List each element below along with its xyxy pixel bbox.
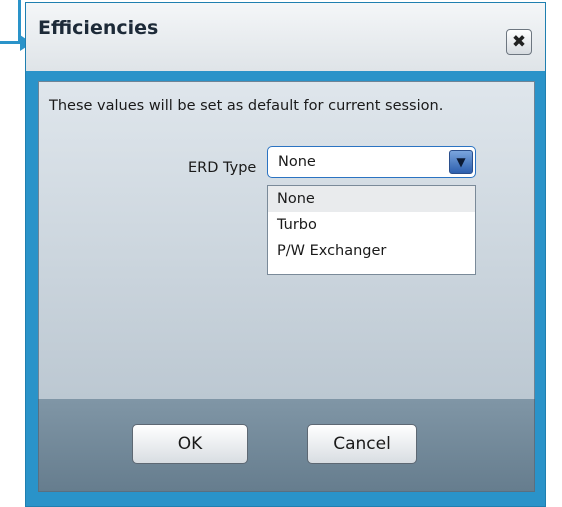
close-icon: ✖ <box>511 31 527 52</box>
dropdown-option-none[interactable]: None <box>268 186 475 212</box>
dropdown-option-pw-exchanger[interactable]: P/W Exchanger <box>268 238 475 264</box>
erd-type-selected-value: None <box>278 154 316 170</box>
dialog-titlebar: Efficiencies ✖ <box>26 3 545 71</box>
dialog-footer: OK Cancel <box>38 399 535 492</box>
dropdown-option-turbo[interactable]: Turbo <box>268 212 475 238</box>
erd-type-label: ERD Type <box>188 160 257 176</box>
pointer-arrow-line <box>0 41 20 44</box>
close-button[interactable]: ✖ <box>506 29 532 55</box>
efficiencies-dialog: Efficiencies ✖ These values will be set … <box>25 2 546 507</box>
chevron-down-icon: ▼ <box>456 155 466 169</box>
dialog-title: Efficiencies <box>38 17 159 39</box>
erd-type-select[interactable]: None ▼ <box>267 146 476 178</box>
dialog-body: These values will be set as default for … <box>38 81 535 401</box>
ok-button[interactable]: OK <box>132 424 248 464</box>
dropdown-arrow-icon[interactable]: ▼ <box>449 150 473 174</box>
cancel-button[interactable]: Cancel <box>307 424 417 464</box>
info-text: These values will be set as default for … <box>49 98 444 114</box>
erd-type-dropdown: None Turbo P/W Exchanger <box>267 185 476 275</box>
